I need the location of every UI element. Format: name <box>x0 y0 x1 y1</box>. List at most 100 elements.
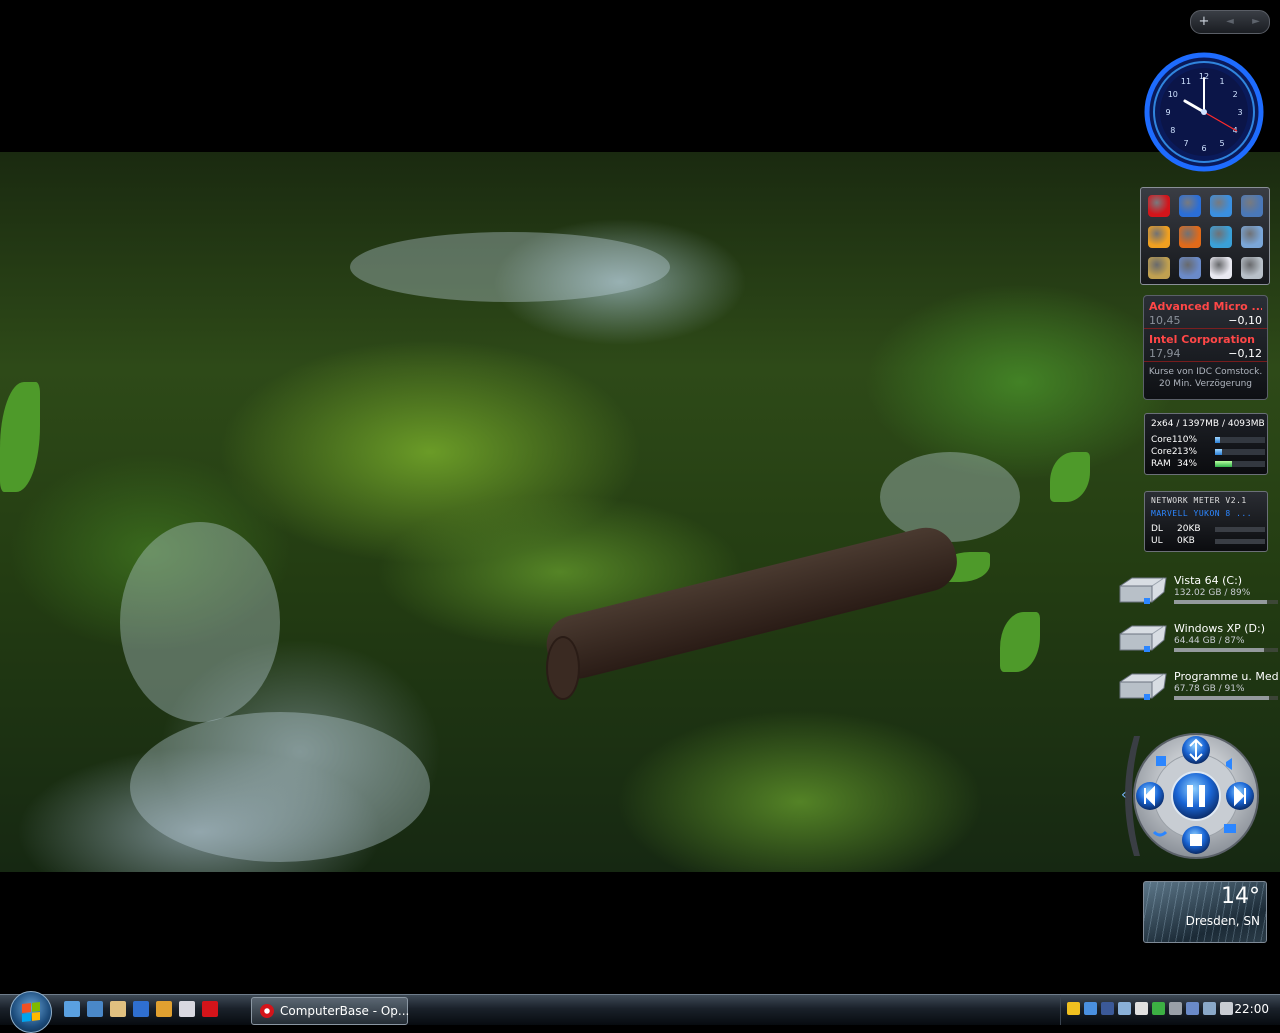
hard-drive-icon <box>1119 625 1167 652</box>
clock-number: 2 <box>1233 90 1238 99</box>
stocks-note: Kurse von IDC Comstock. 20 Min. Verzöger… <box>1148 367 1263 389</box>
network-row-bar <box>1215 539 1265 544</box>
stocks-gadget[interactable]: Advanced Micro ... 10,45 −0,10 Intel Cor… <box>1143 295 1268 400</box>
sidebar-controls: + ◄ ► <box>1190 10 1270 34</box>
drive-item[interactable]: Programme u. Med 67.78 GB / 91% <box>1114 668 1280 712</box>
taskbar-clock[interactable]: 22:00 <box>1234 1002 1269 1016</box>
paint-icon[interactable] <box>110 1001 126 1017</box>
network-row-value: 20KB <box>1177 524 1201 534</box>
internet-explorer-icon[interactable] <box>1205 190 1236 221</box>
network-row-bar <box>1215 527 1265 532</box>
cpu-row-value: 34% <box>1177 459 1198 469</box>
hard-drive-icon <box>1119 577 1167 604</box>
firefox-icon[interactable] <box>133 1001 149 1017</box>
opera-icon[interactable] <box>1143 190 1174 221</box>
drive-size: 64.44 GB / 87% <box>1174 636 1245 646</box>
weather-temperature: 14° <box>1221 884 1260 909</box>
windows-media-icon[interactable] <box>1156 756 1166 766</box>
clock-number: 11 <box>1181 77 1191 86</box>
ram-row-bar <box>1215 461 1265 467</box>
drive-item[interactable]: Windows XP (D:) 64.44 GB / 87% <box>1114 620 1280 664</box>
opera-icon[interactable] <box>202 1001 218 1017</box>
amazon-icon[interactable] <box>1135 1002 1148 1015</box>
folder-icon[interactable] <box>1224 824 1236 833</box>
sidebar-gadget-icon[interactable] <box>1205 252 1236 283</box>
stock-item[interactable]: Advanced Micro ... 10,45 −0,10 <box>1149 300 1262 327</box>
clock-number: 1 <box>1219 77 1224 86</box>
previous-track-button[interactable] <box>1136 782 1164 810</box>
antivirus-icon[interactable] <box>1118 1002 1131 1015</box>
stop-button[interactable] <box>1182 826 1210 854</box>
clock-gadget[interactable]: 121234567891011 <box>1144 52 1264 172</box>
keyboard-icon[interactable] <box>1169 1002 1182 1015</box>
clock-number: 10 <box>1168 90 1178 99</box>
cpu-row-label: Core1 <box>1151 435 1178 445</box>
pause-button[interactable] <box>1171 771 1221 821</box>
network-icon[interactable] <box>1174 252 1205 283</box>
network-meter-gadget: NETWORK METER V2.1 MARVELL YUKON 8 ... D… <box>1144 491 1268 552</box>
app-launcher-gadget <box>1140 187 1270 285</box>
cpu-meter-row: Core1 10% <box>1151 435 1265 446</box>
network-row-value: 0KB <box>1177 536 1195 546</box>
desktop-wallpaper <box>0 152 1280 872</box>
stock-item[interactable]: Intel Corporation 17,94 −0,12 <box>1149 333 1262 360</box>
cpu-row-value: 13% <box>1177 447 1198 457</box>
recycle-bin-icon[interactable] <box>1236 252 1267 283</box>
cpu-row-label: Core2 <box>1151 447 1178 457</box>
drive-name: Programme u. Med <box>1174 670 1279 683</box>
start-button[interactable] <box>10 991 52 1033</box>
show-desktop-icon[interactable] <box>64 1001 80 1017</box>
clock-number: 7 <box>1183 139 1188 148</box>
windows-explorer-icon[interactable] <box>1143 252 1174 283</box>
winamp-icon[interactable] <box>1143 221 1174 252</box>
norton-icon[interactable] <box>1067 1002 1080 1015</box>
network-row-label: UL <box>1151 536 1163 546</box>
hard-drive-icon <box>1119 673 1167 700</box>
previous-page-button[interactable]: ◄ <box>1217 11 1243 33</box>
clock-number: 6 <box>1201 144 1206 153</box>
cpu-row-bar <box>1215 437 1265 443</box>
opera-icon <box>260 1004 274 1018</box>
next-track-button[interactable] <box>1226 782 1254 810</box>
stock-name: Advanced Micro ... <box>1149 300 1262 313</box>
shuffle-button[interactable] <box>1182 736 1210 764</box>
cpu-meter-gadget: 2x64 / 1397MB / 4093MB Core1 10% Core2 1… <box>1144 413 1268 475</box>
clock-number: 8 <box>1170 126 1175 135</box>
check-icon[interactable] <box>1152 1002 1165 1015</box>
cpu-row-label: RAM <box>1151 459 1171 469</box>
clock-number: 9 <box>1165 108 1170 117</box>
network-row-label: DL <box>1151 524 1163 534</box>
computer-icon[interactable] <box>1236 221 1267 252</box>
cpu-meter-header: 2x64 / 1397MB / 4093MB <box>1151 419 1265 429</box>
network-tray-icon[interactable] <box>1084 1002 1097 1015</box>
drive-name: Windows XP (D:) <box>1174 622 1266 635</box>
taskbar: ComputerBase - Op... 22:00 <box>0 991 1280 1033</box>
winamp-icon[interactable] <box>156 1001 172 1017</box>
volume-icon[interactable] <box>1220 1002 1233 1015</box>
folder-icon[interactable] <box>179 1001 195 1017</box>
svg-text:‹: ‹ <box>1121 787 1127 803</box>
network-meter-title: NETWORK METER V2.1 <box>1151 496 1247 505</box>
taskbar-window-button[interactable]: ComputerBase - Op... <box>251 997 409 1025</box>
weather-gadget[interactable]: 14° Dresden, SN <box>1143 881 1267 943</box>
cpu-meter-row: Core2 13% <box>1151 447 1265 458</box>
stock-name: Intel Corporation <box>1149 333 1255 346</box>
clock-number: 5 <box>1219 139 1224 148</box>
system-tray: 22:00 <box>1060 995 1280 1025</box>
drive-item[interactable]: Vista 64 (C:) 132.02 GB / 89% <box>1114 572 1280 616</box>
next-page-button[interactable]: ► <box>1243 11 1269 33</box>
display-icon[interactable] <box>1186 1002 1199 1015</box>
network-globe-icon[interactable] <box>1236 190 1267 221</box>
control-panel-icon[interactable] <box>1205 221 1236 252</box>
drive-size: 67.78 GB / 91% <box>1174 684 1245 694</box>
safely-remove-icon[interactable] <box>1203 1002 1216 1015</box>
drive-usage-bar <box>1174 696 1278 700</box>
switch-windows-icon[interactable] <box>87 1001 103 1017</box>
windows-logo-icon <box>22 1002 40 1022</box>
facebook-icon[interactable] <box>1101 1002 1114 1015</box>
drive-name: Vista 64 (C:) <box>1174 574 1243 587</box>
globe-icon[interactable] <box>1174 190 1205 221</box>
media-control-gadget: ‹ <box>1121 733 1259 859</box>
media-player-icon[interactable] <box>1174 221 1205 252</box>
add-gadget-button[interactable]: + <box>1191 11 1217 33</box>
